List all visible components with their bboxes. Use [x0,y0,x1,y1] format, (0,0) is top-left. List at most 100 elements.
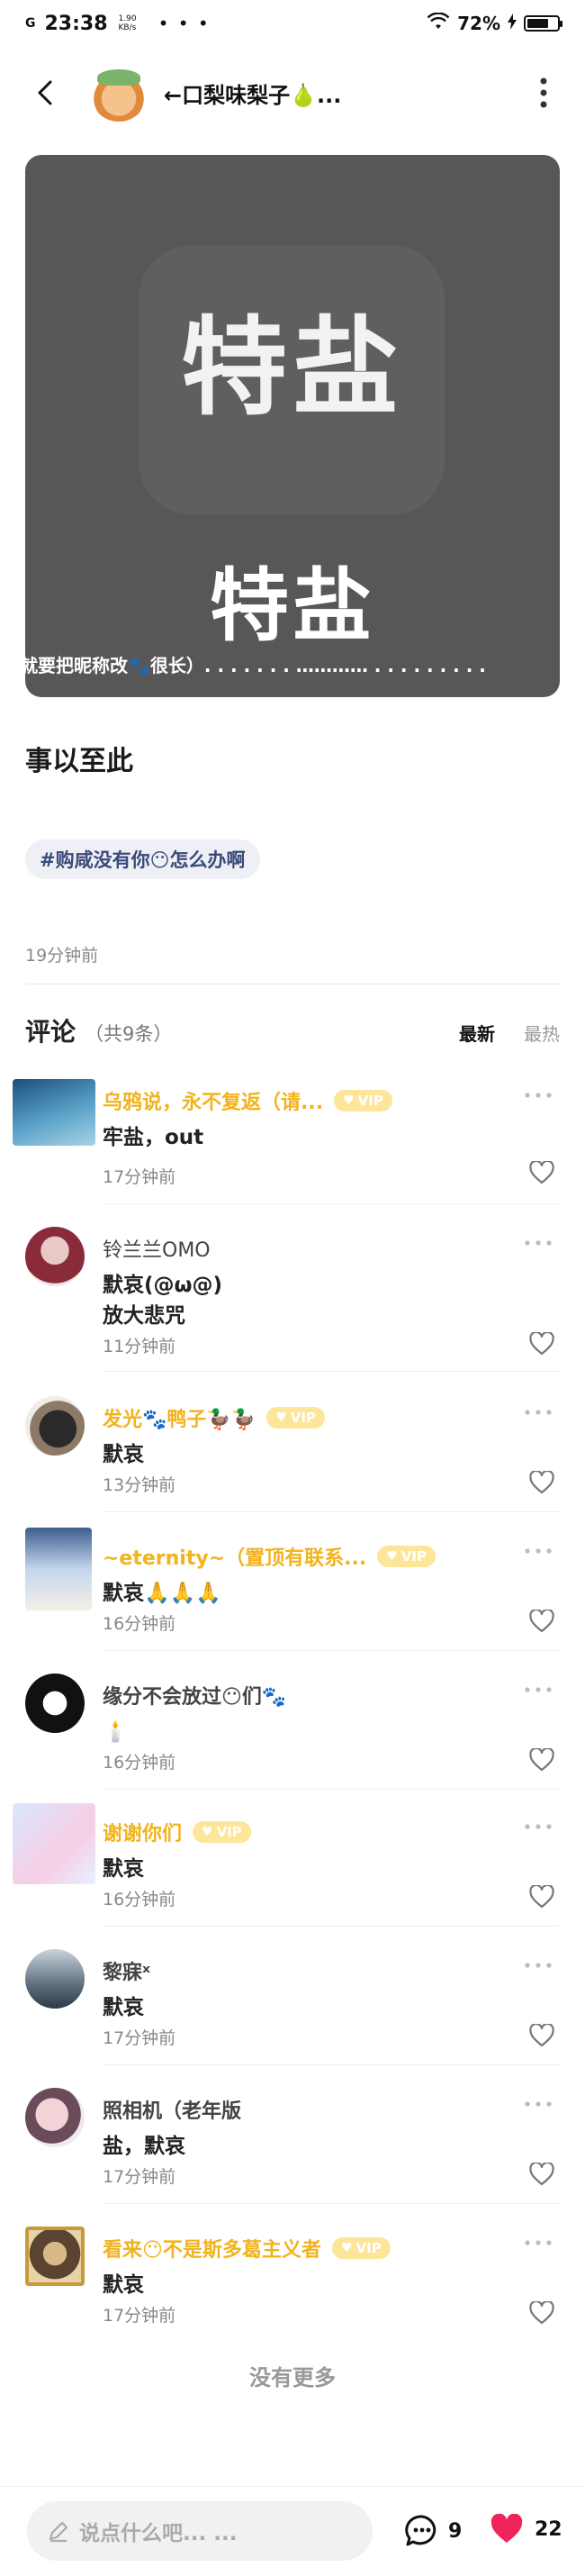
post-image[interactable]: 特盐 特盐 就要把昵称改🐾很长）. . . . . . . ………… . . .… [25,155,560,697]
comment-item: ~eternity~（置顶有联系... ♥ VIP 默哀🙏🙏🙏 16分钟前 [25,1528,560,1657]
divider [103,1511,560,1512]
vip-badge: ♥ VIP [334,1090,392,1111]
comment-input[interactable]: 说点什么吧... ... [27,2501,373,2561]
sort-newest-tab[interactable]: 最新 [459,1020,495,1046]
commenter-name[interactable]: 谢谢你们 ♥ VIP [103,1818,251,1846]
comment-like-button[interactable] [526,1156,558,1189]
heart-icon: ♥ [343,1093,355,1108]
back-button[interactable] [18,66,72,120]
divider [103,1789,560,1790]
network-speed-value: 1.90 [118,14,137,23]
comment-text: 默哀 [103,1443,144,1466]
comment-more-button[interactable] [520,1084,556,1106]
notification-dots: • • • [158,13,211,34]
comment-count-button[interactable]: 9 [405,2514,462,2548]
comment-text: 默哀 [103,2273,144,2297]
author-avatar[interactable] [90,64,148,122]
comment-text: 默哀 [103,1996,144,2019]
comment-time: 13分钟前 [103,1475,176,1495]
heart-outline-icon [529,1610,554,1633]
post-header: ←口梨味梨子🍐... [0,56,585,130]
comment-more-button[interactable] [520,2093,556,2115]
horizontal-dots-icon [525,2101,552,2107]
comment-item: 乌鸦说，永不复返（请... ♥ VIP 牢盐，out 17分钟前 [13,1079,560,1204]
chevron-left-icon [38,80,52,105]
topic-tag[interactable]: #购咸没有你😶怎么办啊 [25,839,260,879]
commenter-name[interactable]: ~eternity~（置顶有联系... ♥ VIP [103,1542,436,1571]
vip-badge: ♥ VIP [377,1546,436,1567]
comment-like-button[interactable] [526,2158,558,2191]
vip-badge: ♥ VIP [266,1407,325,1429]
author-name[interactable]: ←口梨味梨子🍐... [164,77,341,109]
commenter-avatar[interactable] [25,2227,85,2286]
comment-more-button[interactable] [520,1540,556,1562]
comment-more-button[interactable] [520,1955,556,1976]
comment-item: 缘分不会放过😶们🐾 🕯️ 16分钟前 [25,1673,560,1796]
no-more-label: 没有更多 [249,2365,336,2390]
battery-level [527,19,549,28]
comment-more-button[interactable] [520,1401,556,1423]
comment-more-button[interactable] [520,1679,556,1701]
vip-badge: ♥ VIP [331,2237,391,2259]
more-options-button[interactable] [526,66,562,120]
commenter-name[interactable]: 缘分不会放过😶们🐾 [103,1681,286,1710]
network-speed-unit: KB/s [118,23,137,32]
post-time: 19分钟前 [25,946,99,966]
comment-like-button[interactable] [526,2019,558,2052]
commenter-name[interactable]: 照相机（老年版 [103,2095,241,2124]
comment-time: 17分钟前 [103,2306,176,2326]
comment-like-button[interactable] [526,1605,558,1637]
comment-item: 看来😶不是斯多葛主义者 ♥ VIP 默哀 17分钟前 [25,2227,560,2349]
commenter-name[interactable]: 看来😶不是斯多葛主义者 ♥ VIP [103,2234,391,2263]
comment-like-button[interactable] [526,2297,558,2329]
horizontal-dots-icon [525,1687,552,1692]
comment-time: 17分钟前 [103,1167,176,1187]
commenter-avatar[interactable] [25,1227,85,1286]
commenter-avatar[interactable] [25,2088,85,2147]
comment-count: 9 [448,2519,463,2543]
commenter-avatar[interactable] [25,1396,85,1456]
comment-text: 🕯️ [103,1720,129,1744]
charging-icon [508,13,517,34]
heart-icon: ♥ [386,1549,398,1564]
commenter-avatar[interactable] [13,1803,95,1884]
commenter-name[interactable]: 铃兰兰OMO [103,1234,211,1263]
heart-icon: ♥ [340,2241,353,2255]
comment-like-button[interactable] [526,1466,558,1499]
commenter-avatar[interactable] [25,1528,92,1610]
commenter-avatar[interactable] [25,1949,85,2009]
heart-outline-icon [529,2301,554,2325]
comment-like-button[interactable] [526,1744,558,1776]
heart-filled-icon [490,2514,523,2543]
heart-outline-icon [529,2163,554,2186]
comment-more-button[interactable] [520,2232,556,2254]
sort-hottest-tab[interactable]: 最热 [524,1020,560,1046]
horizontal-dots-icon [525,1824,552,1829]
like-button[interactable]: 22 [490,2514,562,2544]
comment-like-button[interactable] [526,1881,558,1913]
divider [103,2064,560,2065]
divider [103,1650,560,1651]
comment-time: 17分钟前 [103,2028,176,2048]
status-right: 72% [427,11,562,35]
commenter-name[interactable]: 黎寐ˣ [103,1956,150,1985]
comment-text: 默哀 [103,1857,144,1881]
vip-badge: ♥ VIP [193,1821,251,1843]
divider [103,1371,560,1372]
image-big-text: 特盐 [180,305,404,430]
horizontal-dots-icon [525,1963,552,1968]
comment-time: 16分钟前 [103,1614,176,1634]
commenter-avatar[interactable] [13,1079,95,1146]
comment-more-button[interactable] [520,1232,556,1254]
commenter-name[interactable]: 发光🐾鸭子🦆🦆 ♥ VIP [103,1403,325,1432]
horizontal-dots-icon [525,1093,552,1098]
post-title: 事以至此 [25,746,133,777]
battery-percent: 72% [457,13,500,34]
commenter-avatar[interactable] [25,1673,85,1733]
vertical-dots-icon [540,77,547,108]
commenter-name[interactable]: 乌鸦说，永不复返（请... ♥ VIP [103,1086,392,1115]
pencil-icon [49,2521,68,2543]
comment-like-button[interactable] [526,1328,558,1360]
comment-more-button[interactable] [520,1816,556,1837]
comment-item: 黎寐ˣ 默哀 17分钟前 [25,1949,560,2072]
